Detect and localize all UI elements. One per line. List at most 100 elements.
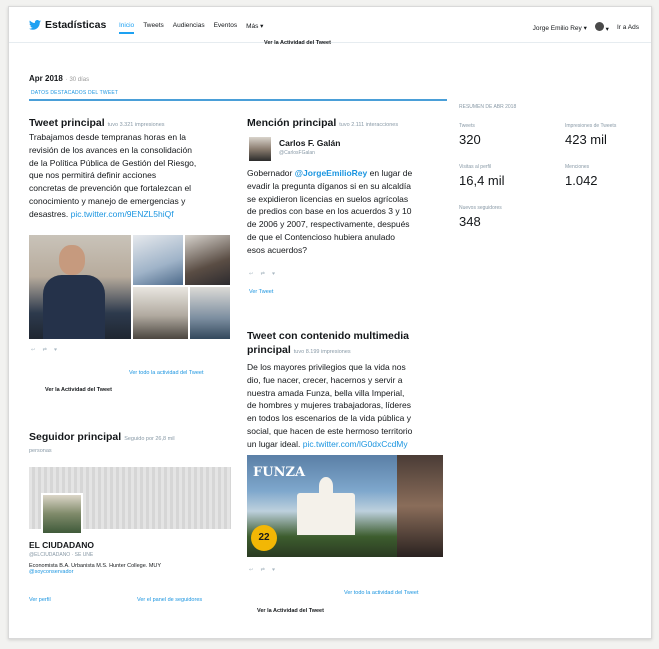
highlights-label: DATOS DESTACADOS DEL TWEET [31, 90, 119, 96]
top-tweet-line: Trabajamos desde tempranas horas en la [29, 132, 187, 142]
summary-label-tweets: Tweets [459, 123, 475, 129]
settings-menu[interactable]: ▾ [594, 22, 609, 33]
top-media-pic-link[interactable]: pic.twitter.com/lG0dxCcdMy [303, 439, 408, 449]
user-menu[interactable]: Jorge Emilio Rey ▾ [533, 24, 587, 32]
top-media-line: De los mayores privilegios que la vida n… [247, 362, 406, 372]
summary-label-new-followers: Nuevos seguidores [459, 205, 502, 211]
top-mention-title: Mención principal tuvo 2.111 interaccione… [247, 117, 398, 129]
top-tweet-view-all[interactable]: Ver todo la actividad del Tweet [129, 370, 204, 376]
top-tweet-pic-link[interactable]: pic.twitter.com/9ENZL5hiQf [71, 209, 174, 219]
top-follower-sub: personas [29, 448, 52, 454]
ads-link[interactable]: Ir a Ads [617, 24, 639, 31]
summary-label-mentions: Menciones [565, 164, 590, 170]
summary-value-tweets: 320 [459, 132, 481, 147]
mention-text-start: Gobernador [247, 168, 295, 178]
summary-value-impressions: 423 mil [565, 132, 607, 147]
twitter-bird-icon [29, 20, 41, 30]
top-media-meta: tuvo 8.199 impresiones [293, 349, 351, 355]
top-media-image[interactable]: FUNZA 22 [247, 455, 443, 557]
summary-label-profile-visits: Visitas al perfil [459, 164, 492, 170]
top-follower-name[interactable]: EL CIUDADANO [29, 540, 94, 550]
top-tweet-meta: tuvo 3.321 impresiones [107, 122, 165, 128]
mention-line: de predios con base en los acuerdos 3 y … [247, 206, 412, 217]
nav-tweets[interactable]: Tweets [143, 22, 164, 34]
top-media-line: un lugar ideal. [247, 438, 301, 449]
view-tweet-link[interactable]: Ver Tweet [249, 289, 273, 295]
top-tweet-line: desastres. [29, 208, 69, 219]
media-image-title: FUNZA [253, 465, 306, 480]
top-media-text: De los mayores privilegios que la vida n… [247, 361, 452, 451]
media-date-badge: 22 [251, 525, 277, 551]
top-tweet-line: revisión de los avances en la consolidac… [29, 144, 193, 155]
church-tower [319, 477, 333, 495]
top-tweet-photo-main[interactable] [29, 235, 131, 339]
top-tweet-title: Tweet principal tuvo 3.321 impresiones [29, 117, 165, 129]
nav-right: Jorge Emilio Rey ▾ ▾ Ir a Ads [533, 22, 639, 33]
nav-audiences[interactable]: Audiencias [173, 22, 205, 34]
top-follower-handle: @ELCIUDADANO · SE UNE [29, 552, 94, 558]
top-media-heading-2: principal [247, 344, 291, 356]
mention-line: en lugar de [367, 168, 413, 178]
view-profile-link[interactable]: Ver perfil [29, 597, 51, 603]
top-media-line: de hombres y mujeres trabajadoras, líder… [247, 400, 411, 411]
top-tweet-photo-4[interactable] [133, 287, 188, 339]
top-tweet-text: Trabajamos desde tempranas horas en la r… [29, 131, 234, 221]
top-mention-meta: tuvo 2.111 interacciones [339, 122, 399, 128]
summary-value-new-followers: 348 [459, 214, 481, 229]
nav-events[interactable]: Eventos [214, 22, 238, 34]
nav-more[interactable]: Más ▾ [246, 22, 263, 34]
mention-text: Gobernador @JorgeEmilioRey en lugar de e… [247, 167, 447, 257]
top-media-line: en todos los escenarios de la vida públi… [247, 413, 411, 424]
followers-dashboard-link[interactable]: Ver el panel de seguidores [137, 597, 202, 603]
top-media-line: social, que hacen de este hermoso territ… [247, 425, 413, 436]
mention-line: de que el Contencioso hubiera anulado [247, 231, 395, 242]
mention-line: esos acuerdos? [247, 244, 308, 255]
summary-value-profile-visits: 16,4 mil [459, 173, 505, 188]
church-building [297, 493, 355, 535]
top-tweet-activity[interactable]: Ver la Actividad del Tweet [45, 387, 112, 393]
top-follower-heading: Seguidor principal [29, 431, 122, 443]
mention-handle-link[interactable]: @JorgeEmilioRey [295, 168, 368, 178]
person-body [43, 275, 105, 339]
top-tweet-line: de la Política Pública de Gestión del Ri… [29, 157, 197, 168]
top-tweet-photo-3[interactable] [185, 235, 230, 285]
top-follower-bio-link[interactable]: @soyconservador [29, 569, 234, 575]
mention-author-avatar[interactable] [249, 137, 271, 161]
top-follower-avatar[interactable] [41, 493, 83, 535]
mention-author-handle: @CarlosFGalan [279, 150, 315, 156]
top-media-title: Tweet con contenido multimedia principal… [247, 329, 409, 359]
brand[interactable]: Estadísticas [29, 19, 106, 31]
top-follower-bio: Economista B.A. Urbanista M.S. Hunter Co… [29, 563, 234, 575]
top-tweet-photo-2[interactable] [133, 235, 183, 285]
top-media-view-all[interactable]: Ver todo la actividad del Tweet [344, 590, 419, 596]
mention-line: de 2006 y 2007, respectivamente, después [247, 219, 410, 230]
gear-icon [594, 22, 604, 31]
mention-line: evadir la pregunta díganos si en su alca… [247, 180, 411, 191]
nav-home[interactable]: Inicio [119, 22, 135, 34]
top-tweet-line: conocimiento y manejo de emergencias y [29, 195, 186, 206]
nav-links: Inicio Tweets Audiencias Eventos Más ▾ [119, 22, 263, 34]
top-media-heading-1: Tweet con contenido multimedia [247, 330, 409, 342]
top-tweet-photo-5[interactable] [190, 287, 230, 339]
summary-title: RESUMEN DE ABR 2018 [459, 104, 517, 110]
top-tweet-line: concretas de prevención que fortalezcan … [29, 183, 192, 194]
period-header: Apr 2018 · 30 días [29, 74, 89, 83]
top-media-activity[interactable]: Ver la Actividad del Tweet [257, 608, 324, 614]
top-media-line: nuestra amada Funza, bella villa Imperia… [247, 387, 405, 398]
top-follower-meta: Seguido por 26,8 mil [124, 436, 175, 442]
brand-title: Estadísticas [45, 19, 107, 31]
banner-activity-link[interactable]: Ver la Actividad del Tweet [264, 40, 331, 46]
media-side-photo [397, 455, 443, 557]
summary-value-mentions: 1.042 [565, 173, 598, 188]
highlights-divider [29, 99, 447, 101]
mention-actions: ↩ ⇄ ♥ [249, 271, 279, 277]
top-tweet-actions: ↩ ⇄ ♥ [31, 347, 61, 353]
mention-author-name[interactable]: Carlos F. Galán [279, 138, 340, 148]
summary-label-impressions: Impresiones de Tweets [565, 123, 617, 129]
period-days: · 30 días [65, 77, 90, 83]
period-month: Apr 2018 [29, 74, 63, 83]
top-follower-title: Seguidor principal Seguido por 26,8 mil [29, 431, 175, 443]
top-navigation: Estadísticas Inicio Tweets Audiencias Ev… [9, 7, 651, 43]
person-face [59, 245, 85, 275]
top-tweet-heading: Tweet principal [29, 117, 105, 129]
